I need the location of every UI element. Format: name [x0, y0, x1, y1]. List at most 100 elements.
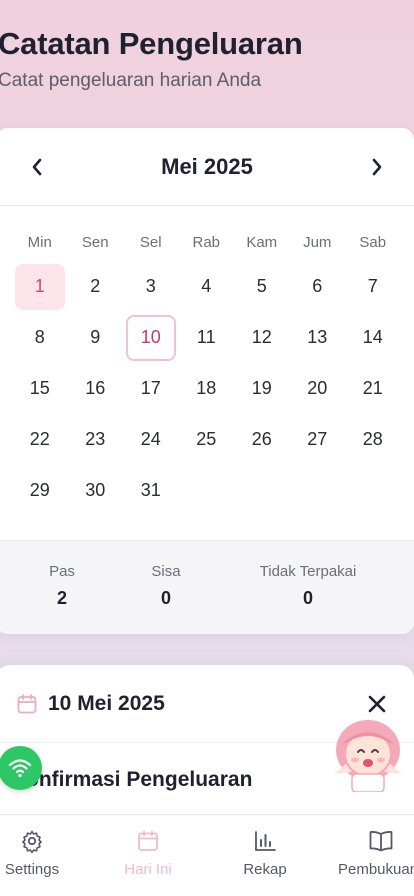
bottom-nav: Settings Hari Ini Rekap Pembukuan [0, 814, 414, 896]
gear-icon [22, 830, 42, 853]
day-cell[interactable]: 4 [181, 264, 231, 310]
stat-pas: Pas 2 [34, 563, 90, 609]
mascot-image [328, 714, 408, 793]
nav-item-rekap[interactable]: Rekap [233, 829, 297, 878]
day-cell[interactable]: 12 [237, 315, 287, 361]
day-cell-wrap: 13 [290, 312, 346, 363]
stat-tidak-terpakai: Tidak Terpakai 0 [248, 563, 368, 609]
day-cell-wrap: 9 [68, 312, 124, 363]
day-cell-wrap: 24 [123, 414, 179, 465]
page-header: Catatan Pengeluaran Catat pengeluaran ha… [0, 26, 303, 92]
day-cell-wrap: 7 [345, 261, 401, 312]
nav-item-settings[interactable]: Settings [0, 829, 64, 878]
page-title: Catatan Pengeluaran [0, 26, 303, 61]
day-cell[interactable]: 18 [181, 366, 231, 412]
calendar-icon [17, 693, 37, 713]
day-cell[interactable]: 31 [126, 468, 176, 514]
day-cell-wrap: 12 [234, 312, 290, 363]
day-cell[interactable]: 10 [125, 314, 176, 361]
day-cell-wrap: 25 [179, 414, 235, 465]
day-cell[interactable]: 23 [70, 417, 120, 463]
stat-label: Tidak Terpakai [259, 563, 357, 580]
day-cell-wrap: 19 [234, 363, 290, 414]
page-subtitle: Catat pengeluaran harian Anda [0, 70, 262, 91]
day-cell[interactable]: 14 [348, 315, 398, 361]
close-icon [368, 695, 386, 712]
day-cell-wrap: 10 [123, 312, 179, 363]
day-cell-wrap: 23 [68, 414, 124, 465]
section-title: onfirmasi Pengeluaran [26, 768, 253, 791]
weekday-row: Min Sen Sel Rab Kam Jum Sab [0, 234, 414, 251]
day-cell[interactable]: 19 [237, 366, 287, 412]
weekday-label: Sel [139, 234, 162, 251]
day-cell-wrap: 8 [12, 312, 68, 363]
stat-sisa: Sisa 0 [140, 563, 192, 609]
day-cell[interactable]: 6 [292, 264, 342, 310]
day-cell-wrap: 5 [234, 261, 290, 312]
day-cell-wrap: 31 [123, 465, 179, 516]
day-cell[interactable]: 15 [15, 366, 65, 412]
bar-chart-icon [255, 831, 276, 851]
day-cell[interactable]: 28 [348, 417, 398, 463]
day-cell-wrap: 26 [234, 414, 290, 465]
chevron-left-icon [32, 158, 42, 175]
day-cell[interactable]: 7 [348, 264, 398, 310]
day-cell[interactable]: 20 [292, 366, 342, 412]
next-month-button[interactable] [362, 152, 392, 182]
day-cell-wrap: 27 [290, 414, 346, 465]
day-cell-wrap: 17 [123, 363, 179, 414]
day-cell-wrap: 18 [179, 363, 235, 414]
day-cell[interactable]: 25 [181, 417, 231, 463]
day-cell[interactable]: 29 [15, 468, 65, 514]
day-cell-wrap: 16 [68, 363, 124, 414]
wifi-icon [8, 759, 32, 778]
day-cell[interactable]: 11 [181, 315, 231, 361]
day-cell-wrap: 22 [12, 414, 68, 465]
nav-label: Hari Ini [124, 861, 172, 878]
calendar-icon [138, 830, 158, 851]
day-cell-wrap: 6 [290, 261, 346, 312]
wifi-status-button[interactable] [0, 746, 42, 790]
weekday-label: Kam [246, 234, 278, 251]
day-cell[interactable]: 9 [70, 315, 120, 361]
day-cell-wrap: 29 [12, 465, 68, 516]
weekday-label: Jum [303, 234, 332, 251]
nav-label: Pembukuan [338, 861, 414, 878]
weekday-label: Sen [81, 234, 109, 251]
day-cell[interactable]: 16 [70, 366, 120, 412]
day-cell-wrap: 3 [123, 261, 179, 312]
day-cell-wrap: 28 [345, 414, 401, 465]
days-grid: 1 2 3 4 5 6 7 8 9 10 11 12 13 14 15 16 17 18 19 20 21 22 23 24 2… [0, 261, 414, 516]
weekday-label: Min [27, 234, 52, 251]
day-cell-wrap: 14 [345, 312, 401, 363]
weekday-label: Rab [192, 234, 221, 251]
day-cell[interactable]: 22 [15, 417, 65, 463]
day-cell[interactable]: 13 [292, 315, 342, 361]
stat-value: 2 [56, 588, 67, 608]
day-cell[interactable]: 21 [348, 366, 398, 412]
day-cell[interactable]: 30 [70, 468, 120, 514]
prev-month-button[interactable] [22, 152, 52, 182]
nav-item-hari-ini[interactable]: Hari Ini [116, 829, 180, 878]
book-icon [369, 831, 393, 852]
day-cell-wrap: 11 [179, 312, 235, 363]
day-cell-wrap: 30 [68, 465, 124, 516]
day-cell[interactable]: 27 [292, 417, 342, 463]
calendar-header: Mei 2025 [0, 128, 414, 206]
day-cell[interactable]: 2 [70, 264, 120, 310]
nav-item-pembukuan[interactable]: Pembukuan [338, 829, 414, 878]
calendar-card: Mei 2025 Min Sen Sel Rab Kam Jum Sab 123456789… [0, 128, 414, 634]
day-cell-wrap: 1 [12, 261, 68, 312]
day-cell[interactable]: 24 [126, 417, 176, 463]
day-cell-wrap: 4 [179, 261, 235, 312]
day-cell[interactable]: 5 [237, 264, 287, 310]
day-cell[interactable]: 17 [126, 366, 176, 412]
nav-label: Settings [4, 861, 60, 878]
day-cell[interactable]: 26 [237, 417, 287, 463]
day-cell[interactable]: 3 [126, 264, 176, 310]
day-cell-wrap: 20 [290, 363, 346, 414]
stat-label: Sisa [151, 563, 181, 580]
chevron-right-icon [372, 158, 382, 175]
day-cell[interactable]: 8 [15, 315, 65, 361]
day-cell[interactable]: 1 [14, 263, 65, 310]
